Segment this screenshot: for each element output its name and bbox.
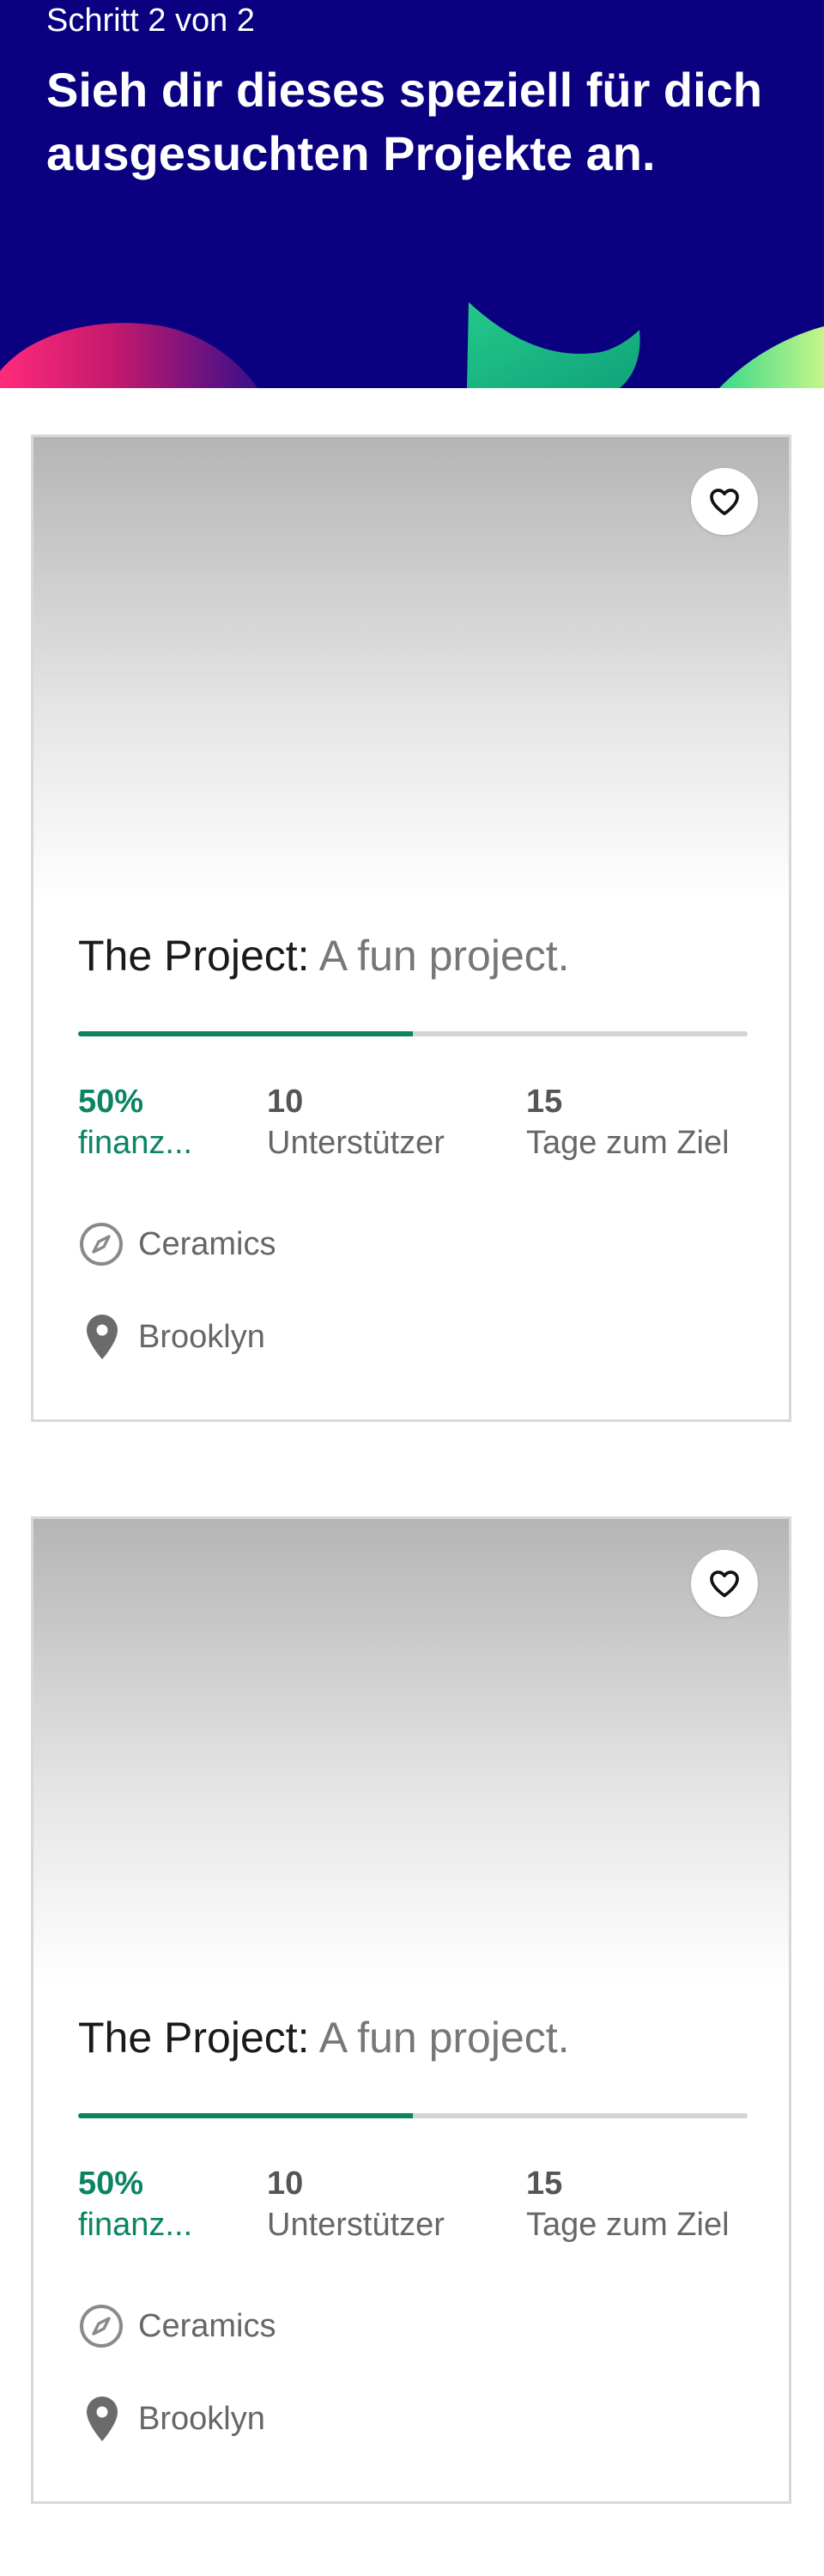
step-indicator: Schritt 2 von 2	[46, 3, 255, 39]
funding-progress-fill	[78, 2113, 413, 2118]
location-link[interactable]: Brooklyn	[78, 2393, 265, 2445]
backers-label: Unterstützer	[267, 2207, 445, 2243]
location-label: Brooklyn	[138, 2400, 265, 2437]
project-blurb: A fun project.	[318, 2014, 570, 2062]
project-title[interactable]: The Project: A fun project.	[78, 928, 570, 983]
stat-days: 15 Tage zum Ziel	[526, 1081, 730, 1163]
project-stats: 50% finanz... 10 Unterstützer 15 Tage zu…	[78, 2163, 765, 2249]
project-name: The Project:	[78, 2014, 310, 2062]
funded-label: finanz...	[78, 2207, 193, 2243]
project-title[interactable]: The Project: A fun project.	[78, 2010, 570, 2065]
map-pin-icon	[78, 2393, 126, 2445]
stat-funded: 50% finanz...	[78, 1081, 233, 1163]
map-pin-icon	[78, 1311, 126, 1363]
project-card[interactable]: The Project: A fun project. 50% finanz..…	[31, 434, 791, 1422]
category-label: Ceramics	[138, 2307, 276, 2344]
category-link[interactable]: Ceramics	[78, 1218, 276, 1270]
project-stats: 50% finanz... 10 Unterstützer 15 Tage zu…	[78, 1081, 765, 1167]
heart-icon	[710, 489, 739, 515]
stat-backers: 10 Unterstützer	[267, 2163, 445, 2245]
project-image[interactable]	[33, 1519, 789, 1983]
header-decoration	[0, 302, 824, 388]
location-label: Brooklyn	[138, 1318, 265, 1355]
favorite-button[interactable]	[691, 468, 758, 535]
funding-progress-fill	[78, 1031, 413, 1036]
stat-funded: 50% finanz...	[78, 2163, 233, 2245]
project-name: The Project:	[78, 932, 310, 980]
days-count: 15	[526, 1084, 563, 1120]
backers-label: Unterstützer	[267, 1125, 445, 1161]
project-image[interactable]	[33, 437, 789, 901]
backers-count: 10	[267, 2166, 304, 2202]
project-card[interactable]: The Project: A fun project. 50% finanz..…	[31, 1516, 791, 2504]
favorite-button[interactable]	[691, 1550, 758, 1617]
funded-percent: 50%	[78, 2166, 144, 2202]
location-link[interactable]: Brooklyn	[78, 1311, 265, 1363]
page-title: Sieh dir dieses speziell für dich ausges…	[46, 63, 763, 180]
compass-icon	[78, 2300, 126, 2352]
backers-count: 10	[267, 1084, 304, 1120]
funded-label: finanz...	[78, 1125, 193, 1161]
heart-icon	[710, 1571, 739, 1597]
days-count: 15	[526, 2166, 563, 2202]
days-label: Tage zum Ziel	[526, 1125, 730, 1161]
funding-progress-bar	[78, 2113, 748, 2118]
days-label: Tage zum Ziel	[526, 2207, 730, 2243]
category-link[interactable]: Ceramics	[78, 2300, 276, 2352]
stat-days: 15 Tage zum Ziel	[526, 2163, 730, 2245]
stat-backers: 10 Unterstützer	[267, 1081, 445, 1163]
onboarding-header: Schritt 2 von 2 Sieh dir dieses speziell…	[0, 0, 824, 388]
project-blurb: A fun project.	[318, 932, 570, 980]
category-label: Ceramics	[138, 1225, 276, 1262]
compass-icon	[78, 1218, 126, 1270]
funding-progress-bar	[78, 1031, 748, 1036]
funded-percent: 50%	[78, 1084, 144, 1120]
